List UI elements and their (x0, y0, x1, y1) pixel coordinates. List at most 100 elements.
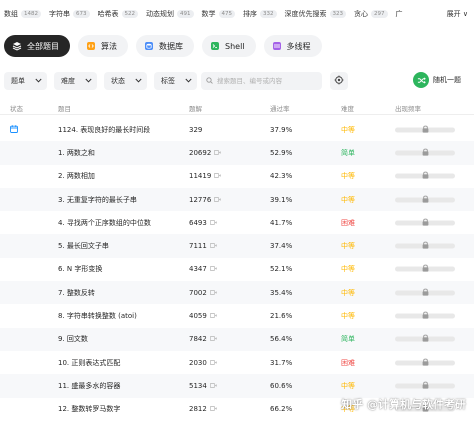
column-acceptance[interactable]: 通过率 (270, 103, 290, 113)
expand-tags-button[interactable]: 展开 ∨ (442, 9, 468, 19)
problem-title-link[interactable]: 7. 整数反转 (58, 288, 95, 298)
problem-title-link[interactable]: 6. N 字形变换 (58, 264, 102, 274)
difficulty-filter-dropdown[interactable]: 难度 (54, 72, 97, 90)
solutions-value: 11419 (189, 172, 212, 181)
problem-title-link[interactable]: 2. 两数相加 (58, 171, 95, 181)
lock-icon[interactable] (422, 311, 429, 321)
solutions-count[interactable]: 4059 (189, 312, 217, 320)
problem-title-link[interactable]: 5. 最长回文子串 (58, 241, 109, 251)
table-row[interactable]: 7. 整数反转 7002 35.4% 中等 (0, 281, 474, 305)
column-solutions[interactable]: 题解 (189, 103, 202, 113)
column-title[interactable]: 题目 (58, 103, 71, 113)
acceptance-rate: 42.3% (270, 172, 293, 181)
category-concurrency-button[interactable]: 多线程 (263, 35, 322, 57)
topic-tag[interactable]: 字符串 673 (49, 9, 90, 19)
solutions-count[interactable]: 6493 (189, 219, 217, 227)
topic-tag-label: 哈希表 (97, 10, 119, 18)
table-row[interactable]: 10. 正则表达式匹配 2030 31.7% 困难 (0, 351, 474, 374)
problem-title-link[interactable]: 9. 回文数 (58, 334, 88, 344)
chevron-down-icon (35, 77, 42, 85)
category-all-button[interactable]: 全部题目 (4, 35, 70, 57)
lock-icon[interactable] (422, 241, 429, 251)
lock-icon[interactable] (422, 334, 429, 344)
topic-tag[interactable]: 排序 332 (243, 9, 277, 19)
category-shell-button[interactable]: Shell (202, 35, 256, 57)
column-frequency[interactable]: 出现频率 (395, 103, 421, 113)
topic-tag[interactable]: 深度优先搜索 323 (285, 9, 346, 19)
topic-tag[interactable]: 数组 1482 (4, 9, 41, 19)
video-icon[interactable] (209, 265, 217, 273)
solutions-count[interactable]: 2812 (189, 405, 217, 413)
video-icon[interactable] (209, 359, 217, 367)
video-icon[interactable] (214, 196, 221, 204)
acceptance-rate: 21.6% (270, 312, 293, 321)
problem-title-link[interactable]: 8. 字符串转换整数 (atoi) (58, 311, 137, 321)
lock-icon[interactable] (422, 288, 429, 298)
table-row[interactable]: 1124. 表现良好的最长时间段 329 37.9% 中等 (0, 118, 474, 141)
table-row[interactable]: 11. 盛最多水的容器 5134 60.6% 中等 (0, 374, 474, 398)
video-icon[interactable] (214, 172, 221, 180)
problem-title-link[interactable]: 11. 盛最多水的容器 (58, 381, 120, 391)
lock-icon[interactable] (422, 125, 429, 135)
solutions-count[interactable]: 329 (189, 126, 202, 134)
status-filter-dropdown[interactable]: 状态 (104, 72, 147, 90)
table-row[interactable]: 9. 回文数 7842 56.4% 简单 (0, 327, 474, 351)
solutions-count[interactable]: 20692 (189, 149, 221, 157)
problem-title-link[interactable]: 12. 整数转罗马数字 (58, 404, 120, 414)
problem-title-link[interactable]: 1. 两数之和 (58, 148, 95, 158)
list-filter-dropdown[interactable]: 题单 (4, 72, 47, 90)
stack-icon (12, 41, 22, 51)
solutions-count[interactable]: 2030 (189, 359, 217, 367)
acceptance-rate: 39.1% (270, 195, 293, 204)
difficulty-label: 简单 (341, 148, 355, 157)
topic-tag[interactable]: 动态规划 491 (146, 9, 194, 19)
topic-tag[interactable]: 哈希表 522 (97, 9, 138, 19)
video-icon[interactable] (209, 289, 217, 297)
table-row[interactable]: 1. 两数之和 20692 52.9% 简单 (0, 141, 474, 165)
table-row[interactable]: 2. 两数相加 11419 42.3% 中等 (0, 165, 474, 188)
video-icon[interactable] (209, 312, 217, 320)
solutions-count[interactable]: 12776 (189, 196, 221, 204)
lock-icon[interactable] (422, 381, 429, 391)
problem-title-link[interactable]: 10. 正则表达式匹配 (58, 358, 120, 368)
video-icon[interactable] (209, 335, 217, 343)
table-row[interactable]: 5. 最长回文子串 7111 37.4% 中等 (0, 234, 474, 258)
column-difficulty[interactable]: 难度 (341, 103, 354, 113)
video-icon[interactable] (209, 219, 217, 227)
solutions-count[interactable]: 7002 (189, 289, 217, 297)
lock-icon[interactable] (422, 148, 429, 158)
topic-tag[interactable]: 数学 475 (202, 9, 235, 19)
category-algorithm-button[interactable]: 算法 (78, 35, 128, 57)
category-database-button[interactable]: 数据库 (136, 35, 194, 57)
solutions-count[interactable]: 7842 (189, 335, 217, 343)
video-icon[interactable] (209, 242, 217, 250)
video-icon[interactable] (209, 382, 217, 390)
table-row[interactable]: 3. 无重复字符的最长子串 12776 39.1% 中等 (0, 187, 474, 212)
tag-filter-dropdown[interactable]: 标签 (154, 72, 197, 90)
table-row[interactable]: 4. 寻找两个正序数组的中位数 6493 41.7% 困难 (0, 211, 474, 234)
random-question-button[interactable]: 随机一题 (413, 72, 461, 88)
table-row[interactable]: 8. 字符串转换整数 (atoi) 4059 21.6% 中等 (0, 304, 474, 327)
topic-tag[interactable]: 广 (396, 9, 403, 19)
filter-bar: 题单 难度 状态 标签 (4, 72, 197, 90)
table-row[interactable]: 6. N 字形变换 4347 52.1% 中等 (0, 258, 474, 281)
calendar-icon[interactable] (10, 124, 18, 135)
solutions-count[interactable]: 11419 (189, 172, 221, 180)
solutions-count[interactable]: 5134 (189, 382, 217, 390)
solutions-count[interactable]: 7111 (189, 242, 217, 250)
table-header: 状态 题目 题解 通过率 难度 出现频率 (0, 99, 474, 115)
problem-title-link[interactable]: 1124. 表现良好的最长时间段 (58, 125, 150, 135)
lock-icon[interactable] (422, 358, 429, 368)
video-icon[interactable] (209, 405, 217, 413)
lock-icon[interactable] (422, 218, 429, 228)
lock-icon[interactable] (422, 264, 429, 274)
search-input[interactable] (217, 77, 321, 85)
solutions-count[interactable]: 4347 (189, 265, 217, 273)
lock-icon[interactable] (422, 195, 429, 205)
problem-title-link[interactable]: 3. 无重复字符的最长子串 (58, 195, 137, 205)
settings-button[interactable] (330, 72, 348, 90)
problem-title-link[interactable]: 4. 寻找两个正序数组的中位数 (58, 218, 151, 228)
lock-icon[interactable] (422, 171, 429, 181)
video-icon[interactable] (214, 149, 221, 157)
topic-tag[interactable]: 贪心 297 (354, 9, 388, 19)
